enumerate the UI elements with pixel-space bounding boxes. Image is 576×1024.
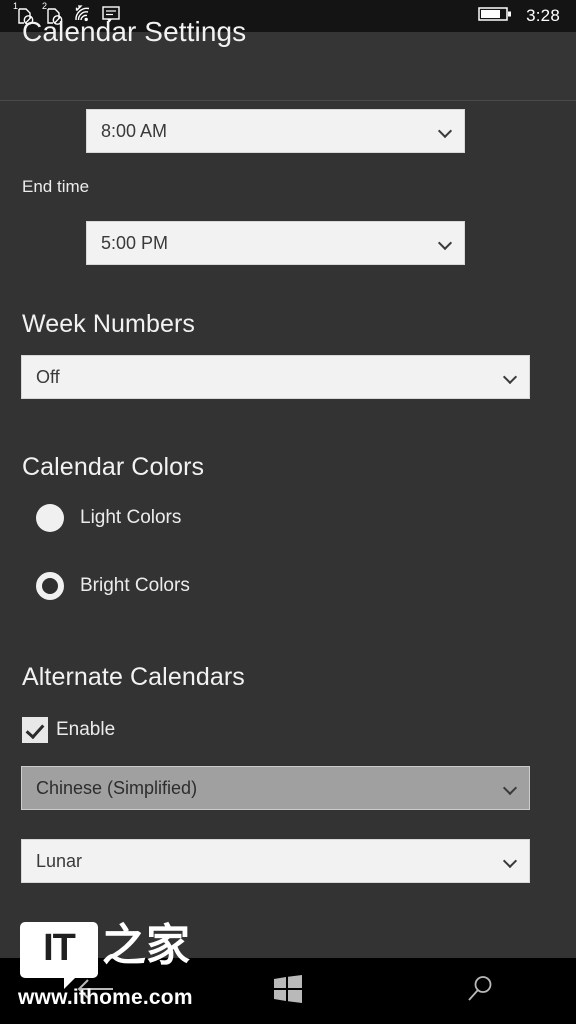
week-numbers-dropdown[interactable]: Off: [21, 355, 530, 399]
nav-back-button[interactable]: [0, 958, 192, 1024]
windows-start-icon: [273, 974, 303, 1009]
sim2-number: 2: [42, 1, 48, 11]
nav-start-button[interactable]: [192, 958, 384, 1024]
chevron-down-icon: [503, 781, 517, 795]
status-bar-clock: 3:28: [526, 6, 560, 25]
nav-search-button[interactable]: [384, 958, 576, 1024]
calendar-colors-heading: Calendar Colors: [22, 453, 205, 481]
radio-button-light-colors[interactable]: [36, 504, 64, 532]
alternate-calendars-heading: Alternate Calendars: [22, 663, 245, 691]
search-icon: [464, 973, 496, 1010]
system-nav-bar: [0, 958, 576, 1024]
battery-icon: [478, 5, 512, 28]
start-time-value: 8:00 AM: [101, 120, 168, 141]
alternate-calendar-language-dropdown[interactable]: Chinese (Simplified): [21, 766, 530, 810]
start-time-dropdown[interactable]: 8:00 AM: [86, 109, 465, 153]
alternate-calendar-language-value: Chinese (Simplified): [36, 777, 198, 798]
radio-label-bright-colors: Bright Colors: [80, 575, 190, 596]
enable-label: Enable: [56, 719, 116, 740]
status-bar-right: 3:28: [478, 5, 576, 28]
radio-option-light-colors[interactable]: Light Colors: [0, 504, 181, 532]
chevron-down-icon: [503, 854, 517, 868]
page-title: Calendar Settings: [22, 16, 247, 47]
week-numbers-value: Off: [36, 366, 60, 387]
end-time-label: End time: [22, 177, 90, 196]
enable-checkbox[interactable]: [22, 717, 48, 743]
alternate-calendar-type-value: Lunar: [36, 850, 83, 871]
chevron-down-icon: [438, 236, 452, 250]
end-time-dropdown[interactable]: 5:00 PM: [86, 221, 465, 265]
phone-screen: 1 2 3:28 Calendar Settings 8:00 AM End t…: [0, 0, 576, 1024]
week-numbers-heading: Week Numbers: [22, 310, 196, 338]
radio-option-bright-colors[interactable]: Bright Colors: [0, 572, 190, 600]
radio-button-bright-colors[interactable]: [36, 572, 64, 600]
enable-alternate-calendars-row[interactable]: Enable: [22, 717, 115, 743]
end-time-value: 5:00 PM: [101, 232, 169, 253]
sim1-number: 1: [13, 1, 19, 11]
settings-scroll-content[interactable]: 8:00 AM End time 5:00 PM Week Numbers Of…: [0, 101, 576, 958]
radio-label-light-colors: Light Colors: [80, 507, 182, 528]
chevron-down-icon: [438, 124, 452, 138]
chevron-down-icon: [503, 370, 517, 384]
alternate-calendar-type-dropdown[interactable]: Lunar: [21, 839, 530, 883]
back-arrow-icon: [73, 976, 119, 1007]
